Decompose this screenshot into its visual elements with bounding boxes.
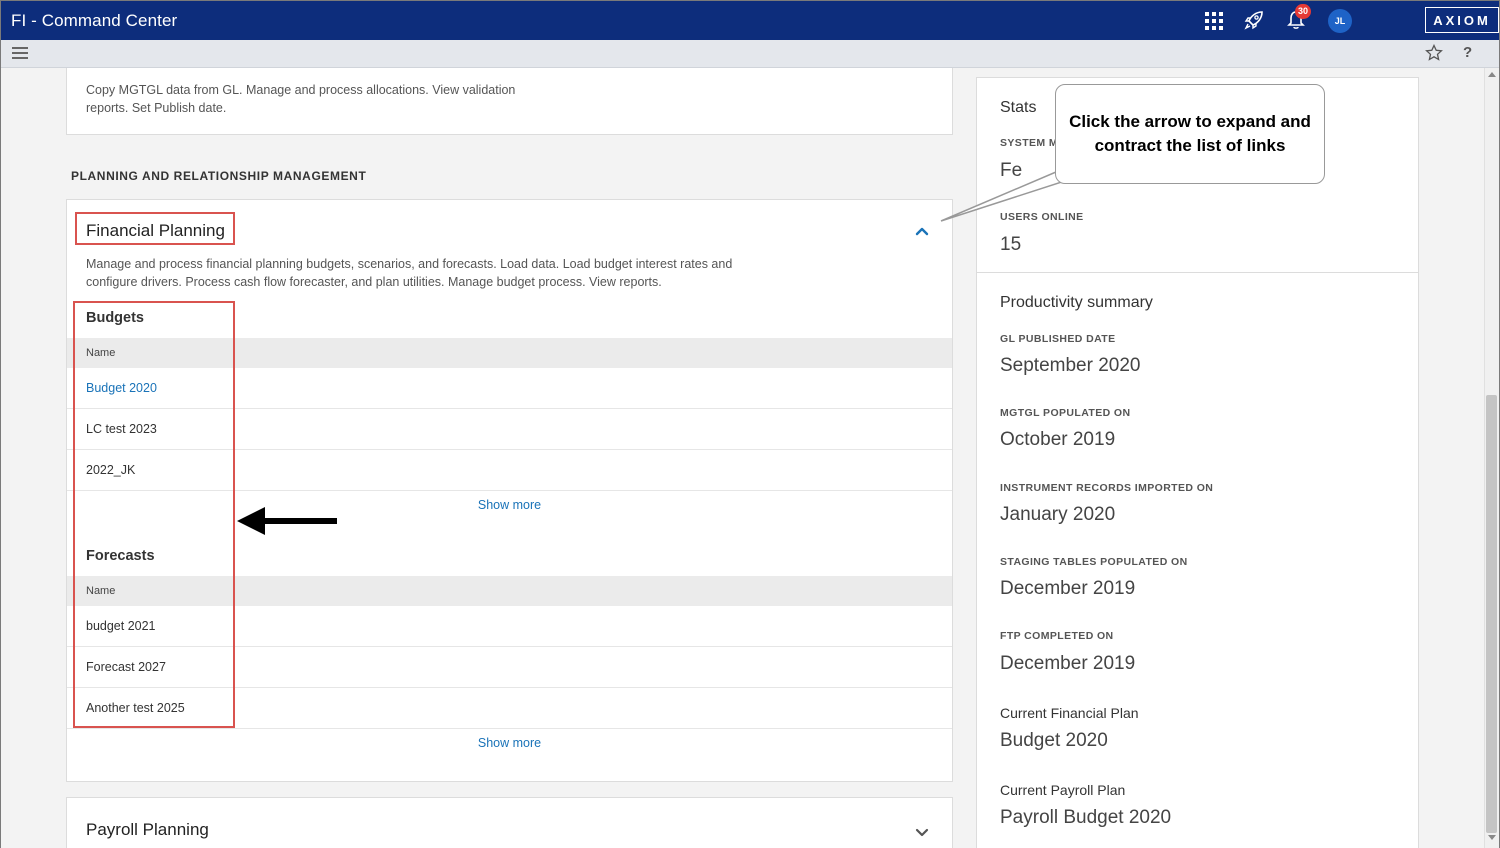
payroll-planning-title[interactable]: Payroll Planning	[86, 820, 209, 840]
current-payroll-plan-value: Payroll Budget 2020	[1000, 807, 1172, 828]
notification-badge: 30	[1295, 4, 1311, 19]
staging-tables-value: December 2019	[1000, 578, 1136, 599]
current-financial-plan-value: Budget 2020	[1000, 730, 1108, 751]
title-highlight-box	[75, 212, 235, 245]
instrument-records-value: January 2020	[1000, 504, 1116, 525]
financial-planning-description: Manage and process financial planning bu…	[86, 257, 733, 289]
app-grid-icon[interactable]	[1203, 10, 1225, 32]
productivity-title: Productivity summary	[1000, 294, 1153, 311]
stats-title: Stats	[1000, 99, 1037, 116]
section-label: PLANNING AND RELATIONSHIP MANAGEMENT	[71, 169, 367, 183]
gl-published-value: September 2020	[1000, 355, 1141, 376]
collapse-chevron-up-icon[interactable]	[913, 222, 931, 245]
system-value: Fe	[1000, 160, 1023, 181]
users-online-label: USERS ONLINE	[1000, 211, 1084, 223]
callout-text: Click the arrow to expand and contract t…	[1069, 112, 1311, 155]
mgtgl-populated-label: MGTGL POPULATED ON	[1000, 407, 1131, 419]
scroll-down-arrow-icon[interactable]	[1488, 835, 1496, 840]
mgtgl-populated-value: October 2019	[1000, 429, 1116, 450]
gl-published-label: GL PUBLISHED DATE	[1000, 333, 1116, 345]
callout-bubble: Click the arrow to expand and contract t…	[1055, 84, 1325, 184]
allocation-card: Copy MGTGL data from GL. Manage and proc…	[66, 68, 953, 135]
expand-chevron-down-icon[interactable]	[913, 824, 931, 847]
rocket-icon[interactable]	[1243, 9, 1265, 31]
app-title: FI - Command Center	[11, 10, 178, 30]
current-payroll-plan-label: Current Payroll Plan	[1000, 782, 1126, 798]
current-financial-plan-label: Current Financial Plan	[1000, 705, 1139, 721]
scrollbar-thumb[interactable]	[1486, 395, 1497, 833]
ftp-completed-value: December 2019	[1000, 653, 1136, 674]
instrument-records-label: INSTRUMENT RECORDS IMPORTED ON	[1000, 482, 1214, 494]
star-icon[interactable]	[1425, 43, 1443, 67]
title-bar: FI - Command Center	[1, 1, 1499, 40]
user-avatar[interactable]: JL	[1328, 9, 1352, 33]
scroll-up-arrow-icon[interactable]	[1488, 72, 1496, 77]
productivity-summary-card: Productivity summary GL PUBLISHED DATE S…	[976, 273, 1419, 848]
hamburger-menu-icon[interactable]	[11, 45, 29, 66]
brand-logo: AXIOM	[1425, 7, 1499, 33]
help-icon[interactable]: ?	[1463, 44, 1472, 61]
forecasts-show-more-link[interactable]: Show more	[67, 736, 952, 750]
ftp-completed-label: FTP COMPLETED ON	[1000, 630, 1114, 642]
toolbar	[1, 40, 1499, 68]
users-online-value: 15	[1000, 234, 1022, 255]
allocation-description: Copy MGTGL data from GL. Manage and proc…	[86, 83, 516, 115]
links-highlight-box	[73, 301, 235, 728]
staging-tables-label: STAGING TABLES POPULATED ON	[1000, 556, 1188, 568]
system-label: SYSTEM M	[1000, 137, 1059, 149]
payroll-planning-card: Payroll Planning	[66, 797, 953, 848]
